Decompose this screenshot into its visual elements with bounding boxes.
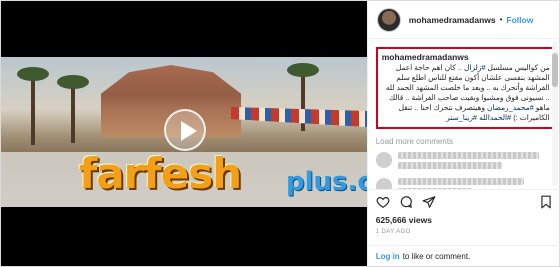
heart-icon[interactable] (376, 195, 390, 209)
hashtag-link[interactable]: #رينا_ستر (446, 113, 477, 122)
hashtag-link[interactable]: #محمد_رمضان (487, 103, 534, 112)
blurred-text (397, 162, 502, 169)
bookmark-icon[interactable] (539, 195, 553, 209)
follow-button[interactable]: Follow (506, 15, 533, 25)
share-icon[interactable] (422, 195, 436, 209)
login-link[interactable]: Log in (376, 252, 400, 261)
blurred-comment (397, 152, 547, 172)
caption-username[interactable]: mohamedramadanws (382, 52, 550, 62)
comment-icon[interactable] (399, 195, 413, 209)
scroll-thumb[interactable] (551, 53, 558, 87)
load-more-comments[interactable]: Load more comments (376, 137, 547, 146)
post-header: mohamedramadanws • Follow (367, 1, 559, 39)
blurred-text (397, 152, 540, 159)
watermark-plus: plus.com (286, 167, 367, 197)
hashtag-link[interactable]: #زلزال (464, 63, 485, 72)
palm-tree (17, 67, 49, 145)
avatar[interactable] (375, 178, 392, 189)
caption-highlight: mohamedramadanws من كواليس مسلسل #زلزال … (375, 47, 556, 129)
login-prompt: Log in to like or comment. (367, 245, 560, 266)
blurred-text (397, 178, 525, 185)
list-item (375, 178, 547, 189)
login-text: to like or comment. (402, 251, 471, 261)
hashtag-link[interactable]: #الحمدالله (479, 113, 511, 122)
list-item (375, 152, 547, 172)
caption-text: من كواليس مسلسل #زلزال .. كان اهم حاجة ا… (382, 63, 550, 123)
play-icon[interactable] (164, 109, 206, 151)
header-username[interactable]: mohamedramadanws (409, 15, 496, 25)
palm-tree (57, 75, 89, 143)
blurred-comment (397, 178, 547, 189)
comments-scrollbar[interactable] (551, 41, 558, 187)
watermark-main: farfesh (79, 149, 242, 198)
instagram-post: farfesh plus.com mohamedramadanws • Foll… (0, 0, 560, 267)
post-date[interactable]: 1 DAY AGO (376, 229, 411, 235)
avatar[interactable] (376, 7, 401, 32)
action-bar (367, 189, 560, 213)
view-count[interactable]: 625,666 views (376, 215, 432, 225)
separator-dot: • (499, 15, 503, 24)
flags-decoration (231, 107, 367, 127)
avatar[interactable] (375, 152, 392, 168)
caption-line1: من كواليس مسلسل (485, 63, 550, 72)
video-player[interactable]: farfesh plus.com (1, 1, 367, 266)
post-sidebar: mohamedramadanws • Follow mohamedramadan… (366, 1, 560, 266)
comments-section: mohamedramadanws من كواليس مسلسل #زلزال … (368, 39, 560, 189)
